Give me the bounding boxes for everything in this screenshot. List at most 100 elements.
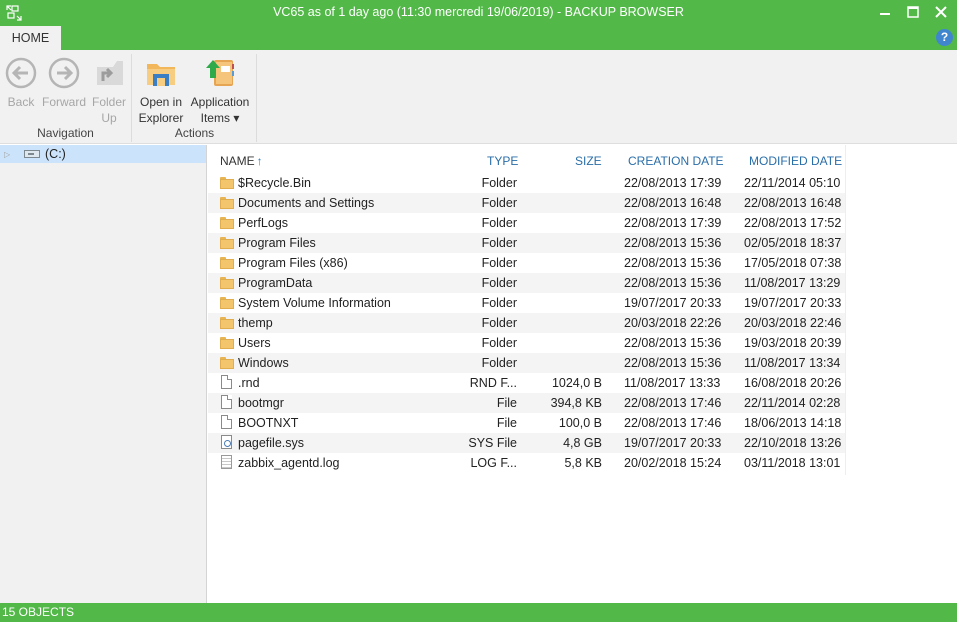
folder-up-label-2: Up [101, 111, 117, 125]
forward-button[interactable]: Forward [40, 56, 88, 110]
table-row[interactable]: pagefile.sys SYS File 4,8 GB 19/07/2017 20:… [208, 433, 845, 453]
column-header-size[interactable]: SIZE [575, 154, 602, 168]
creation-date: 22/08/2013 15:36 [624, 276, 722, 290]
column-header-type[interactable]: TYPE [487, 154, 518, 168]
minimize-icon [880, 13, 890, 15]
ribbon-tab-strip: HOME ? [0, 26, 957, 50]
file-size: 5,8 KB [564, 456, 602, 470]
modified-date: 11/08/2017 13:29 [744, 276, 841, 290]
modified-date: 22/08/2013 17:52 [744, 216, 842, 230]
file-type: Folder [481, 256, 517, 270]
modified-date: 22/10/2018 13:26 [744, 436, 842, 450]
file-list: NAME ↑ TYPE SIZE CREATION DATE MODIFIED D… [208, 145, 957, 603]
table-row[interactable]: themp Folder 20/03/2018 22:26 20/03/2018 22… [208, 313, 845, 333]
table-row[interactable]: Windows Folder 22/08/2013 15:36 11/08/2017 … [208, 353, 845, 373]
modified-date: 02/05/2018 18:37 [744, 236, 842, 250]
column-header-name[interactable]: NAME ↑ [220, 154, 263, 168]
list-header: NAME ↑ TYPE SIZE CREATION DATE MODIFIED D… [208, 151, 848, 171]
file-type: Folder [481, 236, 517, 250]
close-button[interactable] [927, 2, 955, 22]
file-name: $Recycle.Bin [238, 176, 311, 190]
file-type: RND F... [469, 376, 517, 390]
table-row[interactable]: .rnd RND F... 1024,0 B 11/08/2017 13:33 16/0… [208, 373, 845, 393]
open-in-explorer-button[interactable]: Open in Explorer [137, 56, 185, 126]
modified-date: 22/11/2014 02:28 [744, 396, 841, 410]
actions-group-label: Actions [174, 126, 215, 140]
table-row[interactable]: Program Files (x86) Folder 22/08/2013 15:3… [208, 253, 845, 273]
folder-icon [220, 355, 234, 370]
folder-icon [220, 275, 234, 290]
creation-date: 22/08/2013 17:39 [624, 216, 722, 230]
table-row[interactable]: ProgramData Folder 22/08/2013 15:36 11/08/2… [208, 273, 845, 293]
ribbon-group-actions: Open in Explorer Application Items ▾ Act… [133, 54, 257, 142]
table-row[interactable]: System Volume Information Folder 19/07/201… [208, 293, 845, 313]
tab-home[interactable]: HOME [0, 26, 61, 50]
file-name: BOOTNXT [238, 416, 299, 430]
file-icon [220, 415, 234, 430]
creation-date: 11/08/2017 13:33 [624, 376, 721, 390]
file-type: Folder [481, 316, 517, 330]
column-header-modified-date[interactable]: MODIFIED DATE [749, 154, 842, 168]
table-row[interactable]: $Recycle.Bin Folder 22/08/2013 17:39 22/11/… [208, 173, 845, 193]
navigation-group-label: Navigation [37, 126, 94, 140]
table-row[interactable]: BOOTNXT File 100,0 B 22/08/2013 17:46 18/06/… [208, 413, 845, 433]
back-label: Back [7, 95, 35, 109]
file-size: 1024,0 B [551, 376, 602, 390]
file-size: 4,8 GB [563, 436, 602, 450]
table-row[interactable]: Users Folder 22/08/2013 15:36 19/03/2018 20… [208, 333, 845, 353]
table-row[interactable]: bootmgr File 394,8 KB 22/08/2013 17:46 22/11… [208, 393, 845, 413]
ribbon-group-navigation: Back Forward Folder Up Navigation [0, 54, 132, 142]
object-count: 15 OBJECTS [2, 605, 75, 619]
modified-date: 18/06/2013 14:18 [744, 416, 842, 430]
folder-icon [220, 335, 234, 350]
modified-date: 19/03/2018 20:39 [744, 336, 842, 350]
file-type: File [496, 416, 517, 430]
creation-date: 22/08/2013 15:36 [624, 256, 722, 270]
file-name: Windows [238, 356, 289, 370]
folder-up-label-1: Folder [91, 95, 126, 109]
folder-icon [220, 255, 234, 270]
drive-icon [24, 150, 40, 158]
open-in-explorer-label-1: Open in [139, 95, 183, 109]
table-row[interactable]: zabbix_agentd.log LOG F... 5,8 KB 20/02/201… [208, 453, 845, 473]
title-bar: VC65 as of 1 day ago (11:30 mercredi 19/… [0, 0, 957, 26]
maximize-button[interactable] [899, 2, 927, 22]
minimize-button[interactable] [871, 2, 899, 22]
file-size: 394,8 KB [550, 396, 602, 410]
tree-item-label: (C:) [45, 147, 66, 161]
creation-date: 22/08/2013 16:48 [624, 196, 722, 210]
file-name: pagefile.sys [238, 436, 305, 450]
folder-up-icon [92, 56, 126, 90]
folder-up-button[interactable]: Folder Up [90, 56, 128, 126]
application-items-label-2: Items ▾ [200, 111, 240, 125]
forward-label: Forward [41, 95, 86, 109]
file-type: Folder [481, 356, 517, 370]
modified-date: 11/08/2017 13:34 [744, 356, 841, 370]
file-name: Documents and Settings [238, 196, 375, 210]
expand-icon[interactable]: ▷ [4, 150, 14, 159]
tree-item-c-drive[interactable]: ▷ (C:) [0, 145, 206, 163]
file-type: Folder [481, 176, 517, 190]
table-row[interactable]: Program Files Folder 22/08/2013 15:36 02/05… [208, 233, 845, 253]
file-type: Folder [481, 336, 517, 350]
file-type: Folder [481, 196, 517, 210]
open-in-explorer-label-2: Explorer [138, 111, 184, 125]
file-name: zabbix_agentd.log [238, 456, 340, 470]
sort-ascending-icon: ↑ [256, 154, 263, 168]
file-type: Folder [481, 296, 517, 310]
creation-date: 19/07/2017 20:33 [624, 296, 722, 310]
folder-icon [220, 175, 234, 190]
help-icon[interactable]: ? [936, 29, 953, 46]
file-type: Folder [481, 276, 517, 290]
application-items-button[interactable]: Application Items ▾ [187, 56, 253, 126]
table-row[interactable]: PerfLogs Folder 22/08/2013 17:39 22/08/2013… [208, 213, 845, 233]
modified-date: 19/07/2017 20:33 [744, 296, 842, 310]
column-header-creation-date[interactable]: CREATION DATE [628, 154, 724, 168]
log-file-icon [220, 455, 234, 470]
creation-date: 22/08/2013 17:46 [624, 416, 722, 430]
folder-icon [220, 315, 234, 330]
file-name: .rnd [238, 376, 260, 390]
table-row[interactable]: Documents and Settings Folder 22/08/2013 1… [208, 193, 845, 213]
back-button[interactable]: Back [4, 56, 38, 110]
creation-date: 20/03/2018 22:26 [624, 316, 722, 330]
